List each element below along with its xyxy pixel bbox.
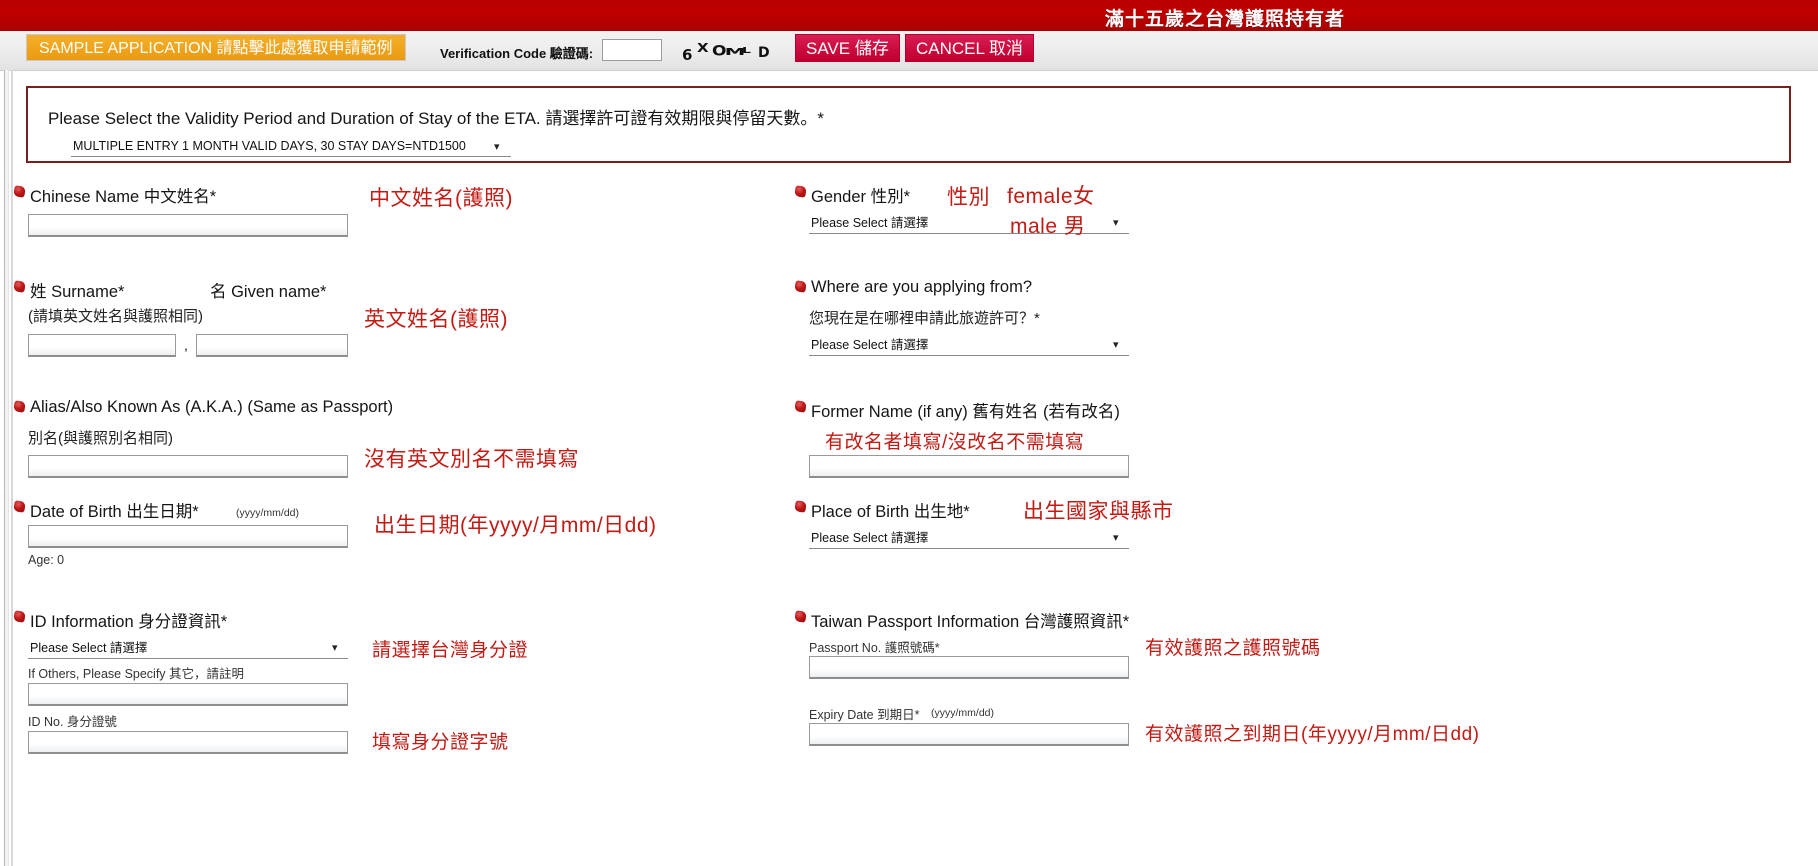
field-passport-information: Taiwan Passport Information 台灣護照資訊* Pass…: [794, 610, 1595, 746]
passport-no-label: Passport No. 護照號碼*: [809, 641, 940, 655]
required-bullet-icon: [794, 400, 807, 413]
toolbar: SAMPLE APPLICATION 請點擊此處獲取申請範例 Verificat…: [0, 31, 1818, 71]
form-body: Chinese Name 中文姓名* 中文姓名(護照) 姓 Surname* 名…: [0, 166, 1818, 866]
alias-input[interactable]: [28, 455, 348, 478]
passport-no-annotation: 有效護照之護照號碼: [1145, 638, 1321, 659]
verification-code-input[interactable]: [602, 39, 662, 61]
name-separator: ,: [184, 337, 188, 353]
title-bar: 滿十五歲之台灣護照持有者: [0, 0, 1818, 32]
application-form-page: 滿十五歲之台灣護照持有者 SAMPLE APPLICATION 請點擊此處獲取申…: [0, 0, 1818, 866]
id-other-input[interactable]: [28, 683, 348, 706]
form-column-left: Chinese Name 中文姓名* 中文姓名(護照) 姓 Surname* 名…: [0, 166, 900, 866]
gender-annotation-female: female女: [1007, 185, 1095, 208]
required-bullet-icon: [794, 185, 807, 198]
field-id-information: ID Information 身分證資訊* Please Select 請選擇 …: [13, 610, 774, 754]
verification-code-label: Verification Code 驗證碼:: [440, 46, 594, 61]
passport-expiry-annotation: 有效護照之到期日(年yyyy/月mm/日dd): [1145, 724, 1480, 745]
field-applying-from: Where are you applying from? 您現在是在哪裡申請此旅…: [794, 278, 1295, 371]
validity-period-select[interactable]: MULTIPLE ENTRY 1 MONTH VALID DAYS, 30 ST…: [71, 136, 511, 157]
date-of-birth-input[interactable]: [28, 525, 348, 548]
captcha-image: 6 X O M L D: [680, 39, 780, 63]
captcha-char-5: D: [758, 45, 770, 61]
captcha-char-4: L: [742, 46, 751, 56]
surname-input[interactable]: [28, 334, 176, 357]
alias-sub-label: 別名(與護照別名相同): [28, 430, 173, 447]
id-information-label: ID Information 身分證資訊*: [30, 613, 228, 631]
place-of-birth-annotation: 出生國家與縣市: [1023, 500, 1174, 523]
english-name-annotation: 英文姓名(護照): [364, 308, 508, 331]
field-place-of-birth: Place of Birth 出生地* Please Select 請選擇 ▾ …: [794, 500, 1395, 571]
required-bullet-icon: [794, 610, 807, 623]
place-of-birth-select[interactable]: Please Select 請選擇: [809, 527, 1129, 549]
required-bullet-icon: [13, 400, 26, 413]
required-bullet-icon: [13, 500, 26, 513]
date-of-birth-format: (yyyy/mm/dd): [236, 507, 299, 519]
page-title: 滿十五歲之台灣護照持有者: [1104, 9, 1345, 30]
passport-expiry-format: (yyyy/mm/dd): [931, 707, 994, 719]
id-number-label: ID No. 身分證號: [28, 715, 117, 729]
field-alias: Alias/Also Known As (A.K.A.) (Same as Pa…: [13, 398, 774, 496]
captcha-char-1: X: [697, 40, 709, 56]
surname-label: 姓 Surname*: [30, 283, 125, 301]
given-name-input[interactable]: [196, 334, 348, 357]
sample-application-button[interactable]: SAMPLE APPLICATION 請點擊此處獲取申請範例: [26, 34, 406, 61]
id-other-label: If Others, Please Specify 其它，請註明: [28, 667, 245, 681]
passport-no-input[interactable]: [809, 656, 1129, 679]
form-column-right: Gender 性別* Please Select 請選擇 ▾ 性別 female…: [794, 166, 1818, 866]
required-bullet-icon: [13, 280, 26, 293]
alias-label: Alias/Also Known As (A.K.A.) (Same as Pa…: [30, 398, 394, 416]
required-bullet-icon: [794, 500, 807, 513]
gender-label: Gender 性別*: [811, 188, 911, 206]
applying-from-sub-label: 您現在是在哪裡申請此旅遊許可？*: [809, 310, 1040, 327]
passport-expiry-label: Expiry Date 到期日*: [809, 708, 920, 722]
english-name-note: (請填英文姓名與護照相同): [28, 308, 203, 325]
applying-from-label: Where are you applying from?: [811, 278, 1033, 296]
cancel-button[interactable]: CANCEL 取消: [905, 34, 1035, 62]
gender-annotation-label: 性別: [947, 186, 990, 209]
chinese-name-input[interactable]: [28, 214, 348, 237]
former-name-input[interactable]: [809, 455, 1129, 478]
field-chinese-name: Chinese Name 中文姓名* 中文姓名(護照): [13, 185, 714, 266]
alias-annotation: 沒有英文別名不需填寫: [364, 448, 579, 471]
chinese-name-label: Chinese Name 中文姓名*: [30, 188, 217, 206]
required-bullet-icon: [13, 185, 26, 198]
passport-information-label: Taiwan Passport Information 台灣護照資訊*: [811, 613, 1130, 631]
passport-expiry-input[interactable]: [809, 723, 1129, 746]
applying-from-select[interactable]: Please Select 請選擇: [809, 334, 1129, 356]
given-name-label: 名 Given name*: [210, 283, 327, 301]
validity-period-panel: Please Select the Validity Period and Du…: [26, 86, 1791, 163]
age-display: Age: 0: [28, 553, 65, 567]
captcha-char-0: 6: [682, 46, 693, 63]
former-name-label: Former Name (if any) 舊有姓名 (若有改名): [811, 403, 1120, 421]
field-date-of-birth: Date of Birth 出生日期* (yyyy/mm/dd) Age: 0 …: [13, 500, 774, 591]
validity-question-label: Please Select the Validity Period and Du…: [48, 109, 824, 128]
place-of-birth-label: Place of Birth 出生地*: [811, 503, 970, 521]
field-former-name: Former Name (if any) 舊有姓名 (若有改名) 有改名者填寫/…: [794, 400, 1395, 481]
id-number-input[interactable]: [28, 731, 348, 754]
date-of-birth-label: Date of Birth 出生日期*: [30, 503, 199, 521]
save-button[interactable]: SAVE 儲存: [795, 34, 900, 62]
gender-annotation-male: male 男: [1010, 215, 1086, 238]
field-english-name: 姓 Surname* 名 Given name* (請填英文姓名與護照相同) ,…: [13, 280, 714, 371]
field-gender: Gender 性別* Please Select 請選擇 ▾ 性別 female…: [794, 185, 1295, 256]
required-bullet-icon: [13, 610, 26, 623]
former-name-annotation: 有改名者填寫/沒改名不需填寫: [825, 432, 1085, 453]
required-bullet-icon: [794, 280, 807, 293]
date-of-birth-annotation: 出生日期(年yyyy/月mm/日dd): [374, 514, 657, 537]
id-type-annotation: 請選擇台灣身分證: [372, 640, 529, 661]
chinese-name-annotation: 中文姓名(護照): [369, 187, 513, 210]
id-number-annotation: 填寫身分證字號: [372, 732, 509, 753]
id-type-select[interactable]: Please Select 請選擇: [28, 637, 348, 659]
